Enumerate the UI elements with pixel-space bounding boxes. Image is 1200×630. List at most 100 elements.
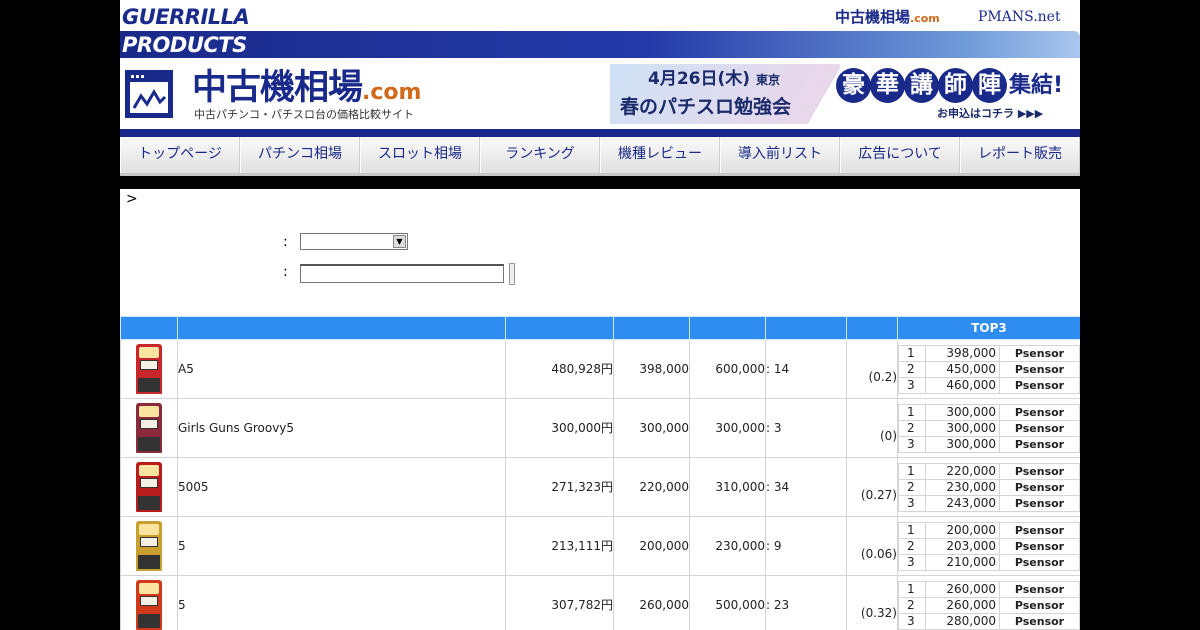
machine-image-cell[interactable] [120, 339, 178, 399]
top3-shop-link[interactable]: Psensor [999, 462, 1080, 480]
slot-machine-image[interactable] [136, 403, 162, 453]
top3-shop-link[interactable]: Psensor [999, 344, 1080, 362]
machine-image-cell[interactable] [120, 457, 178, 517]
souba-link-dc: .com [910, 12, 940, 25]
top3-cell: 1 260,000 Psensor 2 260,000 Psensor 3 280,000 Ps… [897, 575, 1080, 630]
top3-cell: 1 398,000 Psensor 2 450,000 Psensor 3 460,000 Ps… [897, 339, 1080, 399]
machine-name-link[interactable]: Girls Guns Groovy5 [177, 398, 506, 458]
machine-base [138, 614, 160, 628]
top3-shop-link[interactable]: Psensor [999, 612, 1080, 630]
top3-price: 398,000 [925, 344, 1000, 362]
top3-rank: 3 [898, 494, 926, 512]
price-ratio: (0.06) [846, 516, 898, 576]
machine-base [138, 555, 160, 569]
brand-line2[interactable]: PRODUCTS [122, 32, 247, 58]
col-min [613, 316, 690, 340]
table-row: A5 480,928円 398,000 600,000: 14 (0.2) 1 398,00… [120, 339, 1080, 399]
top3-shop-link[interactable]: Psensor [999, 403, 1080, 421]
machine-reels [140, 419, 158, 429]
slot-machine-image[interactable] [136, 580, 162, 630]
machine-name-link[interactable]: 5 [177, 575, 506, 630]
souba-link[interactable]: 中古機相場.com [835, 7, 940, 29]
machine-image-cell[interactable] [120, 398, 178, 458]
keyword-input[interactable] [300, 264, 504, 283]
top3-shop-link[interactable]: Psensor [999, 419, 1080, 437]
logo-main: 中古機相場 [192, 68, 363, 108]
top3-price: 260,000 [925, 596, 1000, 614]
top3-price: 280,000 [925, 612, 1000, 630]
nav-item-ranking[interactable]: ランキング [480, 137, 600, 173]
select-label: : [283, 234, 288, 250]
nav-item-report[interactable]: レポート販売 [960, 137, 1080, 173]
listing-count: : 9 [765, 516, 847, 576]
logo-line-icon [131, 75, 167, 109]
col-avg [505, 316, 614, 340]
top3-cell: 1 220,000 Psensor 2 230,000 Psensor 3 243,000 Ps… [897, 457, 1080, 517]
pmans-link[interactable]: PMANS.net [978, 7, 1061, 27]
slot-machine-image[interactable] [136, 344, 162, 394]
banner-lecturers: 豪華講師陣集結! [836, 68, 1063, 103]
logo-chart-icon[interactable] [125, 70, 173, 118]
slot-machine-image[interactable] [136, 521, 162, 571]
machine-name-link[interactable]: A5 [177, 339, 506, 399]
machine-image-cell[interactable] [120, 575, 178, 630]
machine-base [138, 437, 160, 451]
top3-cell: 1 300,000 Psensor 2 300,000 Psensor 3 300,000 Ps… [897, 398, 1080, 458]
brand-line1[interactable]: GUERRILLA [122, 4, 250, 30]
top3-row: 1 260,000 Psensor [898, 580, 1080, 598]
machine-image-cell[interactable] [120, 516, 178, 576]
top3-row: 3 300,000 Psensor [898, 435, 1080, 453]
machine-name-link[interactable]: 5005 [177, 457, 506, 517]
top3-shop-link[interactable]: Psensor [999, 360, 1080, 378]
top3-shop-link[interactable]: Psensor [999, 596, 1080, 614]
banner-apply-link[interactable]: お申込はコチラ ▶▶▶ [937, 107, 1043, 121]
machine-base [138, 378, 160, 392]
machine-reels [140, 360, 158, 370]
price-ratio: (0) [846, 398, 898, 458]
top3-rank: 2 [898, 596, 926, 614]
nav-item-pachinko[interactable]: パチンコ相場 [240, 137, 360, 173]
separator [120, 176, 1080, 189]
table-header: TOP3 [120, 316, 1080, 340]
machine-name-link[interactable]: 5 [177, 516, 506, 576]
machine-reels [140, 596, 158, 606]
nav-item-ads[interactable]: 広告について [840, 137, 960, 173]
top3-shop-link[interactable]: Psensor [999, 537, 1080, 555]
nav-item-top[interactable]: トップページ [120, 137, 240, 173]
top3-row: 2 260,000 Psensor [898, 596, 1080, 614]
col-max [689, 316, 766, 340]
banner-char: 陣 [972, 68, 1007, 103]
top3-row: 1 300,000 Psensor [898, 403, 1080, 421]
top3-table: 1 220,000 Psensor 2 230,000 Psensor 3 243,000 Ps… [898, 462, 1080, 512]
top3-shop-link[interactable]: Psensor [999, 478, 1080, 496]
nav-item-prelist[interactable]: 導入前リスト [720, 137, 840, 173]
top3-shop-link[interactable]: Psensor [999, 553, 1080, 571]
table-row: Girls Guns Groovy5 300,000円 300,000 300,000… [120, 398, 1080, 458]
col-ratio [846, 316, 898, 340]
top-bar: GUERRILLA PRODUCTS 中古機相場.com PMANS.net [120, 0, 1080, 58]
machine-top [139, 524, 159, 535]
top3-shop-link[interactable]: Psensor [999, 521, 1080, 539]
category-select[interactable]: ▼ [300, 233, 408, 250]
top3-shop-link[interactable]: Psensor [999, 580, 1080, 598]
search-button[interactable] [509, 263, 515, 285]
top3-table: 1 200,000 Psensor 2 203,000 Psensor 3 210,000 Ps… [898, 521, 1080, 571]
col-name [177, 316, 506, 340]
listing-count: : 14 [765, 339, 847, 399]
chevron-down-icon[interactable]: ▼ [393, 235, 406, 248]
slot-machine-image[interactable] [136, 462, 162, 512]
event-banner[interactable]: 4月26日(木) 東京 春のパチスロ勉強会 豪華講師陣集結! お申込はコチラ ▶▶… [610, 64, 1080, 124]
nav-item-review[interactable]: 機種レビュー [600, 137, 720, 173]
top3-rank: 3 [898, 435, 926, 453]
page: GUERRILLA PRODUCTS 中古機相場.com PMANS.net 中… [120, 0, 1080, 630]
top3-shop-link[interactable]: Psensor [999, 435, 1080, 453]
top3-rank: 3 [898, 612, 926, 630]
top3-shop-link[interactable]: Psensor [999, 494, 1080, 512]
top3-price: 300,000 [925, 403, 1000, 421]
col-image [120, 316, 178, 340]
top3-shop-link[interactable]: Psensor [999, 376, 1080, 394]
top3-price: 260,000 [925, 580, 1000, 598]
top3-row: 1 398,000 Psensor [898, 344, 1080, 362]
top3-row: 2 300,000 Psensor [898, 419, 1080, 437]
nav-item-slot[interactable]: スロット相場 [360, 137, 480, 173]
